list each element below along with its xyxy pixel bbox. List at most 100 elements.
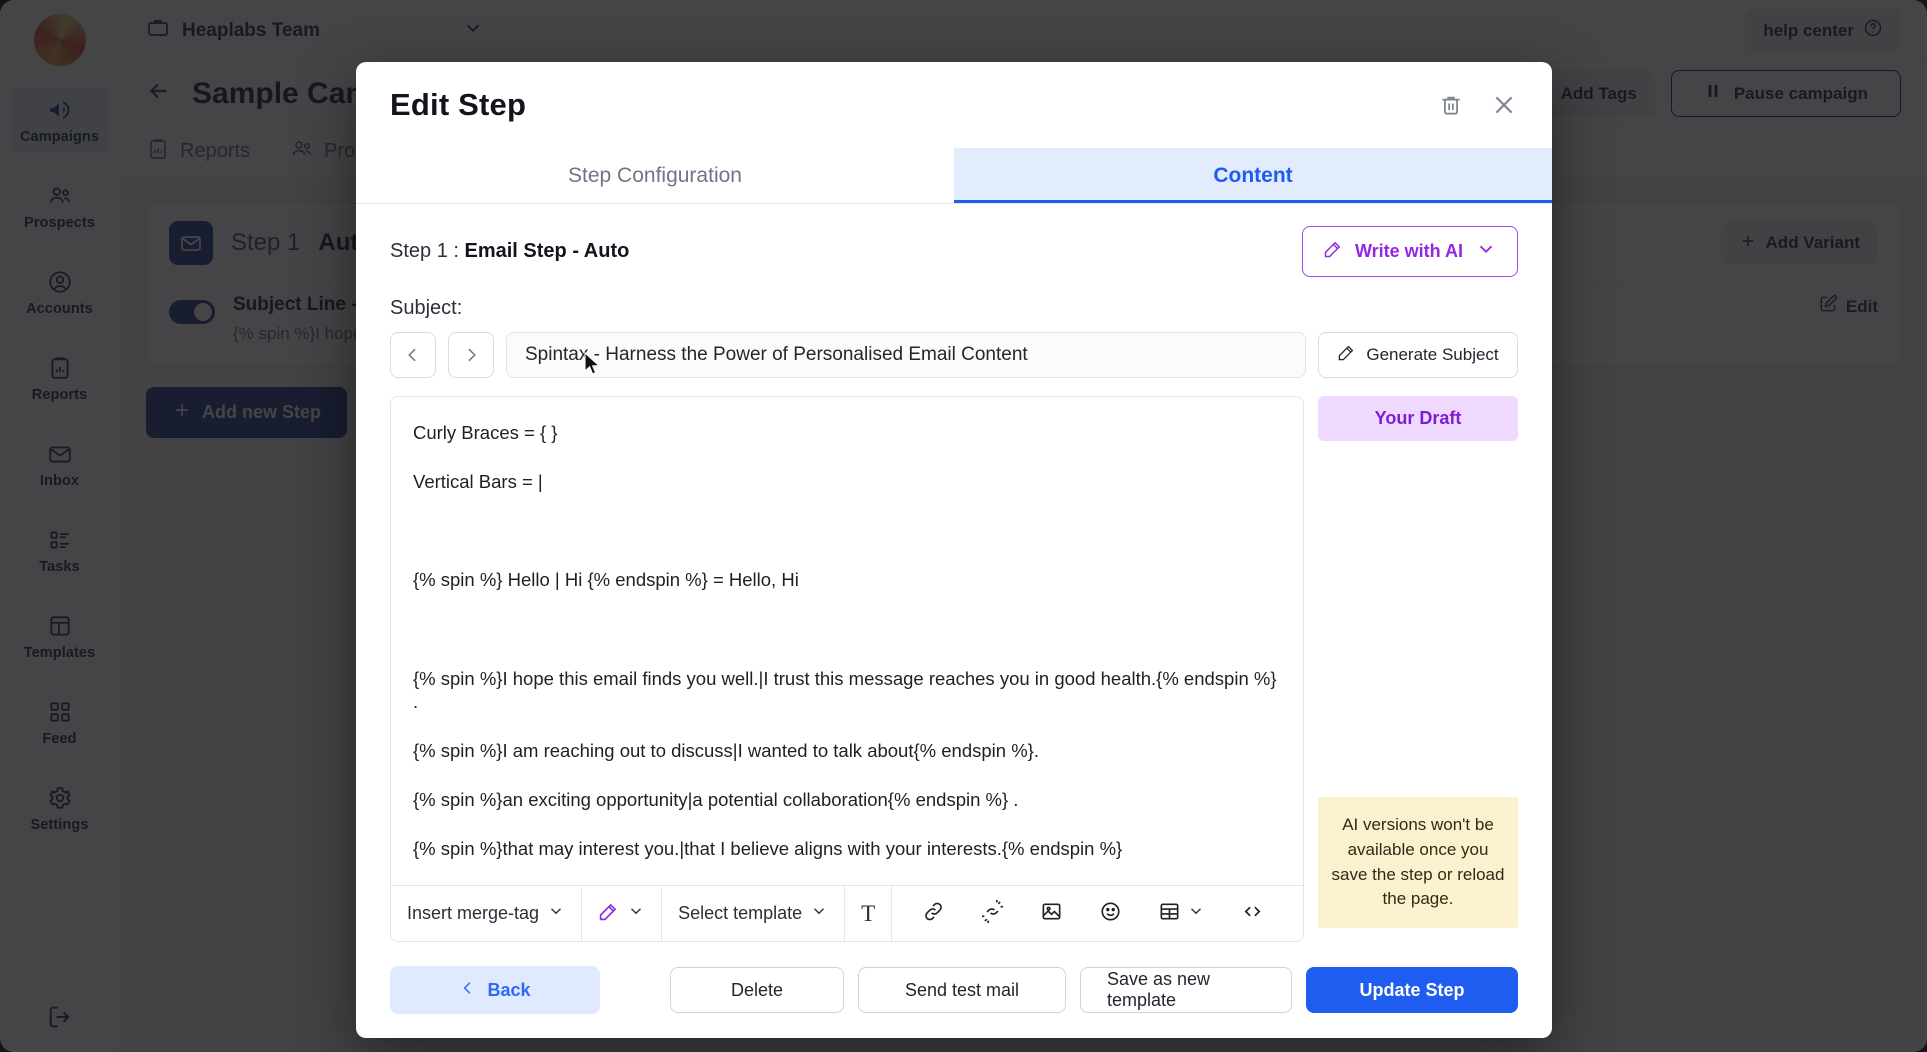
generate-subject-label: Generate Subject <box>1366 345 1499 364</box>
back-button[interactable]: Back <box>390 966 600 1014</box>
variant-toggle[interactable] <box>169 300 215 324</box>
editor-icon-group <box>892 886 1294 941</box>
user-circle-icon <box>47 269 73 295</box>
ai-tool-dropdown[interactable] <box>582 886 663 941</box>
sidebar-item-campaigns[interactable]: Campaigns <box>11 88 108 152</box>
write-with-ai-label: Write with AI <box>1355 241 1463 261</box>
tab-reports[interactable]: Reports <box>146 137 250 167</box>
help-center-button[interactable]: help center <box>1745 9 1901 52</box>
chevron-right-icon <box>468 348 476 362</box>
modal-title: Edit Step <box>390 87 527 122</box>
write-with-ai-button[interactable]: Write with AI <box>1302 226 1518 277</box>
pause-campaign-button[interactable]: Pause campaign <box>1670 70 1901 117</box>
image-icon <box>1040 900 1063 928</box>
sidebar-item-templates[interactable]: Templates <box>12 604 108 668</box>
sidebar-item-label: Tasks <box>39 559 80 575</box>
table-icon <box>1158 900 1181 928</box>
sidebar-item-label: Feed <box>42 731 77 747</box>
team-selector[interactable]: Heaplabs Team <box>146 16 484 45</box>
main-sidebar: Campaigns Prospects Accounts Reports Inb… <box>0 0 120 1052</box>
footer-actions: Delete Send test mail Save as new templa… <box>670 967 1518 1013</box>
magic-wand-icon <box>1323 239 1343 264</box>
sidebar-item-label: Templates <box>23 645 96 661</box>
delete-button[interactable]: Delete <box>670 967 844 1013</box>
campaign-header-actions: Add Tags Pause campaign <box>1512 70 1901 117</box>
modal-header-actions <box>1438 91 1518 119</box>
insert-merge-tag-label: Insert merge-tag <box>407 903 540 923</box>
tab-reports-label: Reports <box>180 140 251 162</box>
arrow-left-icon[interactable] <box>146 78 172 109</box>
email-editor: Curly Braces = { } Vertical Bars = | {% … <box>390 396 1304 942</box>
modal-header: Edit Step <box>356 62 1552 148</box>
sidebar-item-label: Settings <box>30 817 89 833</box>
step-info-row: Step 1 : Email Step - Auto Write with AI <box>390 226 1518 277</box>
step-info: Step 1 : Email Step - Auto <box>390 240 629 263</box>
close-icon[interactable] <box>1490 91 1518 119</box>
logout-icon[interactable] <box>46 1003 74 1036</box>
code-icon <box>1241 900 1264 928</box>
sidebar-item-settings[interactable]: Settings <box>12 776 108 840</box>
magic-wand-icon <box>1337 343 1356 367</box>
edit-step-modal: Edit Step Step Configuration Content Ste… <box>356 62 1552 1038</box>
insert-merge-tag-dropdown[interactable]: Insert merge-tag <box>391 886 583 941</box>
chevron-down-icon <box>1187 902 1205 925</box>
step-prefix: Step 1 : <box>390 240 465 262</box>
people-icon <box>47 183 73 209</box>
source-code-button[interactable] <box>1227 900 1278 928</box>
select-template-dropdown[interactable]: Select template <box>662 886 846 941</box>
subject-input[interactable]: Spintax - Harness the Power of Personali… <box>506 332 1306 378</box>
trash-icon[interactable] <box>1438 92 1464 118</box>
sidebar-item-label: Reports <box>31 387 88 403</box>
link-button[interactable] <box>908 900 959 928</box>
email-paragraph: Vertical Bars = | <box>413 471 543 493</box>
your-draft-badge[interactable]: Your Draft <box>1318 396 1518 441</box>
send-test-mail-button[interactable]: Send test mail <box>858 967 1066 1013</box>
update-step-button[interactable]: Update Step <box>1306 967 1518 1013</box>
add-new-step-button[interactable]: Add new Step <box>146 387 348 438</box>
text-format-icon: T <box>861 900 876 926</box>
email-paragraph: {% spin %}that may interest you.|that I … <box>413 838 1123 860</box>
briefcase-icon <box>146 16 170 45</box>
mouse-pointer <box>583 351 603 383</box>
pencil-square-icon <box>1818 294 1838 319</box>
emoji-button[interactable] <box>1085 900 1136 928</box>
sidebar-item-feed[interactable]: Feed <box>12 690 108 754</box>
tab-step-configuration-label: Step Configuration <box>568 163 742 187</box>
envelope-icon <box>47 441 73 467</box>
subject-row: Spintax - Harness the Power of Personali… <box>390 332 1518 378</box>
generate-subject-button[interactable]: Generate Subject <box>1318 332 1518 378</box>
step-number: Step 1 <box>231 229 301 256</box>
team-name: Heaplabs Team <box>182 19 320 41</box>
unlink-button[interactable] <box>967 899 1018 928</box>
unlink-icon <box>981 899 1004 928</box>
grid-icon <box>47 699 73 725</box>
chevron-down-icon <box>627 902 645 925</box>
chevron-down-icon <box>462 17 484 44</box>
help-center-label: help center <box>1763 20 1854 40</box>
chevron-left-icon <box>459 979 477 1002</box>
text-format-button[interactable]: T <box>845 886 893 941</box>
chevron-down-icon <box>810 902 828 925</box>
modal-tabs: Step Configuration Content <box>356 148 1552 204</box>
insert-table-button[interactable] <box>1144 900 1219 928</box>
sidebar-item-accounts[interactable]: Accounts <box>12 260 108 324</box>
chevron-down-icon <box>547 902 565 925</box>
edit-variant-button[interactable]: Edit <box>1818 294 1878 319</box>
sidebar-item-reports[interactable]: Reports <box>12 346 108 410</box>
sidebar-item-inbox[interactable]: Inbox <box>12 432 108 496</box>
app-logo <box>33 14 86 66</box>
clipboard-chart-icon <box>47 355 73 381</box>
tab-step-configuration[interactable]: Step Configuration <box>356 148 954 203</box>
plus-icon <box>172 400 192 425</box>
subject-prev-button[interactable] <box>390 332 436 378</box>
tab-content[interactable]: Content <box>954 148 1552 203</box>
add-variant-button[interactable]: Add Variant <box>1720 221 1878 265</box>
sidebar-item-tasks[interactable]: Tasks <box>12 518 108 582</box>
email-paragraph: Curly Braces = { } <box>413 422 558 443</box>
email-body[interactable]: Curly Braces = { } Vertical Bars = | {% … <box>391 397 1303 885</box>
sidebar-item-prospects[interactable]: Prospects <box>12 174 108 238</box>
insert-image-button[interactable] <box>1026 900 1077 928</box>
megaphone-icon <box>47 97 73 123</box>
subject-next-button[interactable] <box>448 332 494 378</box>
save-as-new-template-button[interactable]: Save as new template <box>1080 967 1292 1013</box>
